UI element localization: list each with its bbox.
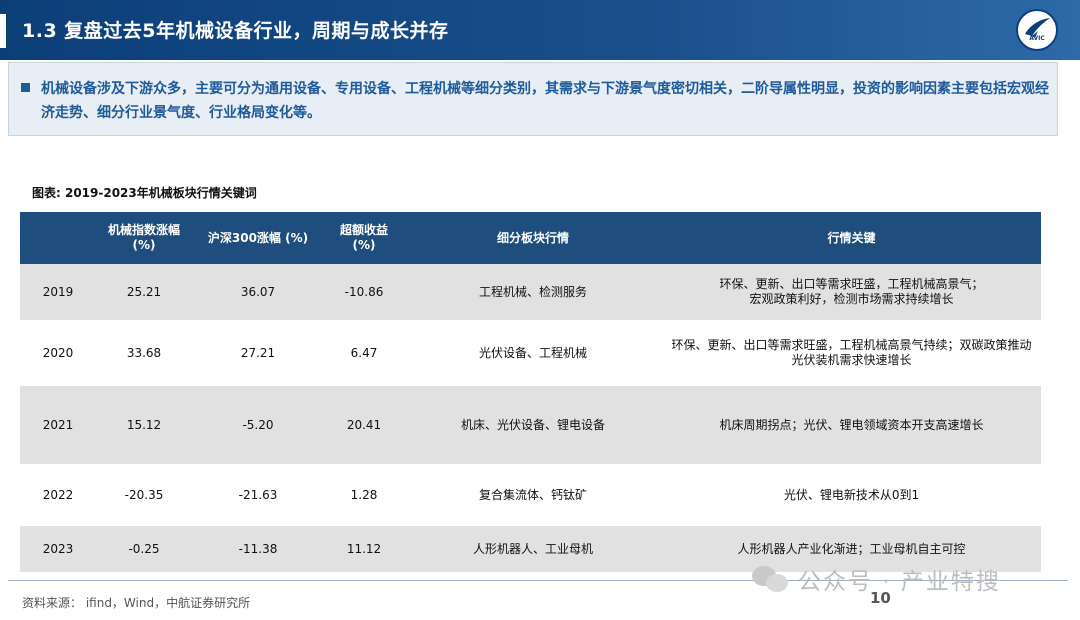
cell-excess-return: -10.86 xyxy=(344,284,384,299)
cell-year: 2023 xyxy=(42,541,74,556)
cell-machinery-index-change: 25.21 xyxy=(126,284,162,299)
cell-year: 2021 xyxy=(42,417,74,432)
cell-excess-return: 20.41 xyxy=(346,417,382,432)
cell-csi300-change: 27.21 xyxy=(240,345,276,360)
title-bar: 1.3 复盘过去5年机械设备行业，周期与成长并存 AVIC xyxy=(0,0,1080,60)
header-cell-segments: 细分板块行情 xyxy=(496,230,569,245)
cell-csi300-change: -5.20 xyxy=(242,417,274,432)
cell-year: 2022 xyxy=(42,487,74,502)
cell-segments: 人形机器人、工业母机 xyxy=(472,541,593,556)
cell-segments: 机床、光伏设备、锂电设备 xyxy=(460,417,605,432)
table-row: 2022 -20.35 -21.63 1.28 复合集流体、钙钛矿 光伏、锂电新技术从0到… xyxy=(20,464,1041,526)
cell-segments: 复合集流体、钙钛矿 xyxy=(478,487,587,502)
cell-machinery-index-change: 15.12 xyxy=(126,417,162,432)
table-row: 2021 15.12 -5.20 20.41 机床、光伏设备、锂电设备 机床周期拐点；光伏… xyxy=(20,386,1041,464)
cell-excess-return: 6.47 xyxy=(350,345,378,360)
cell-excess-return: 1.28 xyxy=(350,487,378,502)
watermark-text: 公众号 · 产业特搜 xyxy=(798,569,1001,595)
market-keywords-table: 机械指数涨幅 (%) 沪深300涨幅 (%) 超额收益 (%) 细分板块行情 行情关… xyxy=(20,212,1041,572)
cell-key-drivers: 环保、更新、出口等需求旺盛，工程机械高景气持续；双碳政策推动光伏装机需求快速增长 xyxy=(671,338,1032,367)
cell-machinery-index-change: 33.68 xyxy=(126,345,162,360)
logo-icon xyxy=(1025,18,1050,38)
title-accent xyxy=(0,14,6,48)
table-row: 2019 25.21 36.07 -10.86 工程机械、检测服务 环保、更新、出口等需求… xyxy=(20,264,1041,320)
figure-caption: 图表: 2019-2023年机械板块行情关键词 xyxy=(32,186,257,200)
intro-text: 机械设备涉及下游众多，主要可分为通用设备、专用设备、工程机械等细分类别，其需求与… xyxy=(41,81,1049,121)
table-row: 2020 33.68 27.21 6.47 光伏设备、工程机械 环保、更新、出口等需求旺盛… xyxy=(20,320,1041,386)
cell-csi300-change: -11.38 xyxy=(238,541,278,556)
header-cell-machinery-index: 机械指数涨幅 (%) xyxy=(107,223,180,252)
bullet-icon xyxy=(21,83,30,92)
header-cell-year xyxy=(20,212,96,264)
cell-key-drivers: 机床周期拐点；光伏、锂电领域资本开支高速增长 xyxy=(719,417,984,432)
cell-key-drivers: 环保、更新、出口等需求旺盛，工程机械高景气； 宏观政策利好，检测市场需求持续增长 xyxy=(719,277,984,306)
header-cell-key-drivers: 行情关键 xyxy=(827,230,876,245)
cell-key-drivers: 光伏、锂电新技术从0到1 xyxy=(783,487,920,502)
cell-csi300-change: 36.07 xyxy=(240,284,276,299)
cell-machinery-index-change: -0.25 xyxy=(128,541,160,556)
logo-text: AVIC xyxy=(1029,35,1045,42)
cell-year: 2019 xyxy=(42,284,74,299)
cell-machinery-index-change: -20.35 xyxy=(124,487,164,502)
header-cell-csi300: 沪深300涨幅 (%) xyxy=(207,230,309,245)
intro-box: 机械设备涉及下游众多，主要可分为通用设备、专用设备、工程机械等细分类别，其需求与… xyxy=(8,62,1058,136)
cell-excess-return: 11.12 xyxy=(346,541,382,556)
source-note: 资料来源： ifind，Wind，中航证券研究所 xyxy=(22,596,251,610)
company-logo: AVIC xyxy=(1016,9,1058,51)
cell-year: 2020 xyxy=(42,345,74,360)
page-number: 10 xyxy=(870,589,891,607)
table-header: 机械指数涨幅 (%) 沪深300涨幅 (%) 超额收益 (%) 细分板块行情 行情关… xyxy=(20,212,1041,264)
cell-csi300-change: -21.63 xyxy=(238,487,278,502)
cell-segments: 光伏设备、工程机械 xyxy=(478,345,587,360)
table-body: 2019 25.21 36.07 -10.86 工程机械、检测服务 环保、更新、出口等需求… xyxy=(20,264,1041,572)
cell-segments: 工程机械、检测服务 xyxy=(478,284,587,299)
wechat-icon xyxy=(752,564,788,594)
page-title: 1.3 复盘过去5年机械设备行业，周期与成长并存 xyxy=(22,20,449,42)
header-cell-excess-return: 超额收益 (%) xyxy=(339,223,388,252)
